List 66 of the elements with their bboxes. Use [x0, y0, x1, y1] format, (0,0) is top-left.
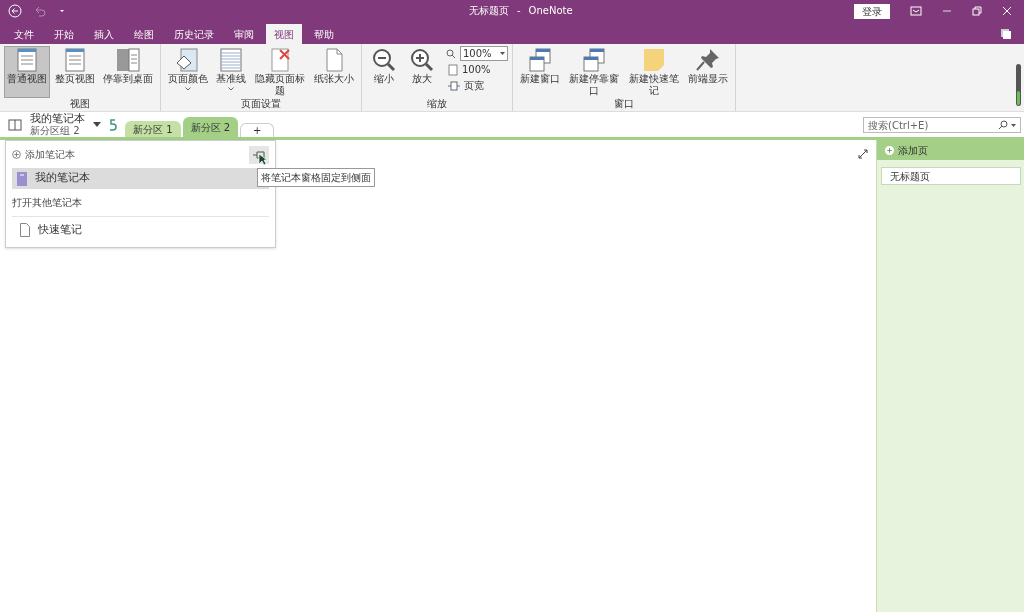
- notebook-icon: [17, 171, 27, 186]
- add-section-tab[interactable]: +: [240, 123, 275, 137]
- group-label: 缩放: [426, 98, 448, 111]
- menu-tab[interactable]: 文件: [6, 24, 42, 44]
- page-icon: [448, 63, 458, 76]
- page-icon: [20, 223, 30, 237]
- window-title: 无标题页: [469, 4, 509, 18]
- group-label: 页面设置: [240, 98, 282, 111]
- sign-in-button[interactable]: 登录: [854, 3, 890, 19]
- menu-tab[interactable]: 审阅: [226, 24, 262, 44]
- caret-icon: [500, 52, 505, 55]
- expand-icon[interactable]: [858, 149, 868, 159]
- notebook-icon[interactable]: [8, 118, 22, 131]
- search-field[interactable]: 搜索(Ctrl+E): [863, 117, 1021, 133]
- add-notebook-button[interactable]: 添加笔记本: [12, 147, 75, 162]
- title-separator: -: [517, 4, 521, 18]
- search-icon: [446, 48, 456, 59]
- dropdown-icon[interactable]: [93, 121, 101, 128]
- menu-tab[interactable]: 开始: [46, 24, 82, 44]
- ribbon-button[interactable]: 放大: [404, 46, 440, 98]
- ribbon-button[interactable]: 停靠到桌面: [100, 46, 156, 98]
- zoom-button[interactable]: 100%: [446, 62, 508, 77]
- ribbon-button[interactable]: 新建窗口: [517, 46, 563, 98]
- plus-icon: [885, 145, 894, 155]
- open-other-notebooks-link[interactable]: 打开其他笔记本: [12, 195, 82, 210]
- zoom-button[interactable]: 页宽: [446, 78, 508, 93]
- caret-icon: [1011, 123, 1016, 127]
- quick-notes-item[interactable]: 快速笔记: [12, 217, 90, 243]
- zoom-combo-box[interactable]: 100%: [460, 46, 508, 61]
- app-name: OneNote: [528, 4, 573, 18]
- close-icon[interactable]: [1002, 6, 1012, 16]
- menu-tab[interactable]: 绘图: [126, 24, 162, 44]
- menu-tab[interactable]: 历史记录: [166, 24, 222, 44]
- search-icon: [998, 120, 1008, 130]
- section-tab[interactable]: 新分区 2: [182, 117, 239, 137]
- menu-tab[interactable]: 插入: [86, 24, 122, 44]
- ribbon-button[interactable]: 缩小: [366, 46, 402, 98]
- ribbon-button[interactable]: 纸张大小: [311, 46, 357, 98]
- group-label: 窗口: [613, 98, 635, 111]
- cursor-icon: [258, 153, 267, 166]
- group-label: 视图: [69, 98, 91, 111]
- restore-icon[interactable]: [972, 6, 982, 16]
- add-page-button[interactable]: 添加页: [877, 140, 1024, 160]
- ribbon-button[interactable]: 整页视图: [52, 46, 98, 98]
- section-tab[interactable]: 新分区 1: [125, 121, 181, 137]
- ribbon-button[interactable]: 基准线: [213, 46, 249, 98]
- tooltip: 将笔记本窗格固定到侧面: [257, 168, 375, 187]
- page-width-icon: [448, 80, 460, 91]
- back-icon[interactable]: [8, 4, 22, 18]
- undo-icon[interactable]: [34, 5, 46, 17]
- ribbon-button[interactable]: 页面颜色: [165, 46, 211, 98]
- ribbon-button[interactable]: 前端显示: [685, 46, 731, 98]
- menu-tab[interactable]: 帮助: [306, 24, 342, 44]
- scroll-bar: [1016, 64, 1021, 106]
- ribbon-button[interactable]: 隐藏页面标题: [251, 46, 309, 98]
- ribbon-button[interactable]: 新建快速笔记: [625, 46, 683, 98]
- ribbon-button[interactable]: 新建停靠窗口: [565, 46, 623, 98]
- plus-icon: [12, 150, 21, 159]
- notebook-name[interactable]: 我的笔记本: [30, 112, 85, 125]
- dropdown-icon[interactable]: [58, 8, 66, 14]
- page-item[interactable]: 无标题页: [881, 167, 1021, 185]
- notes-icon[interactable]: [1000, 28, 1012, 40]
- ribbon-button[interactable]: 普通视图: [4, 46, 50, 98]
- menu-tab[interactable]: 视图: [266, 24, 302, 44]
- section-group-name: 新分区组 2: [30, 124, 81, 137]
- ribbon-display-icon[interactable]: [910, 6, 922, 16]
